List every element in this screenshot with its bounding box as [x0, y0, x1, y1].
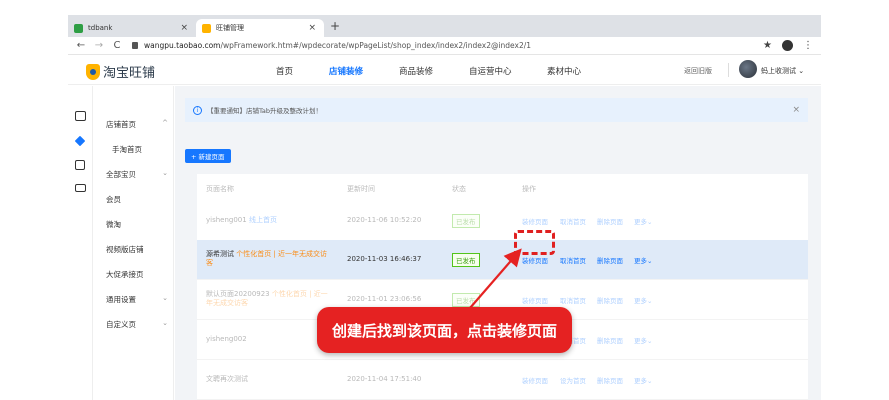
screenshot: tdbank × 旺铺管理 × + ← → C wangpu.taobao.co… [0, 0, 889, 400]
instruction-callout: 创建后找到该页面，点击装修页面 [317, 307, 572, 353]
